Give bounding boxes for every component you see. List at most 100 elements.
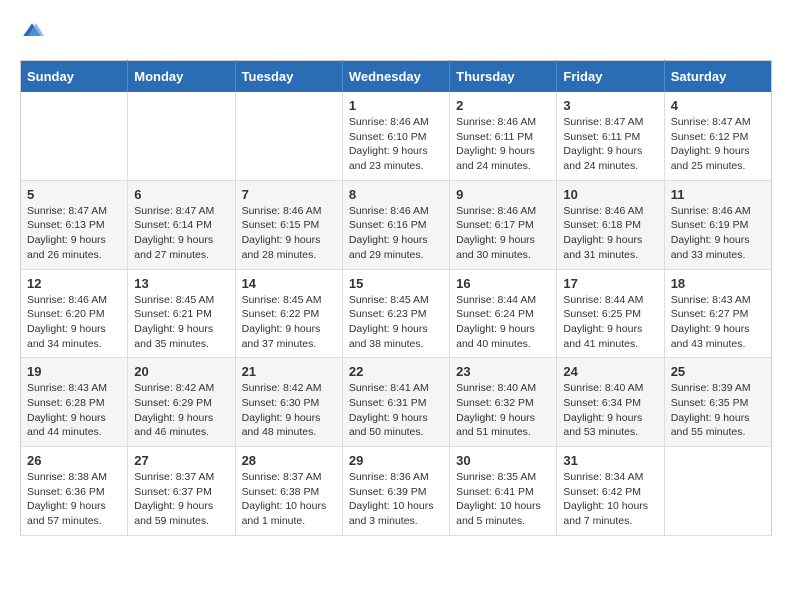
day-number: 14 [242, 276, 336, 291]
calendar-cell [21, 92, 128, 180]
day-number: 25 [671, 364, 765, 379]
calendar-cell: 24 Sunrise: 8:40 AM Sunset: 6:34 PM Dayli… [557, 358, 664, 447]
calendar-cell: 6 Sunrise: 8:47 AM Sunset: 6:14 PM Daylig… [128, 180, 235, 269]
calendar-cell: 27 Sunrise: 8:37 AM Sunset: 6:37 PM Dayli… [128, 447, 235, 536]
calendar-cell: 20 Sunrise: 8:42 AM Sunset: 6:29 PM Dayli… [128, 358, 235, 447]
calendar-cell: 25 Sunrise: 8:39 AM Sunset: 6:35 PM Dayli… [664, 358, 771, 447]
calendar-header: SundayMondayTuesdayWednesdayThursdayFrid… [21, 61, 772, 93]
calendar-cell: 19 Sunrise: 8:43 AM Sunset: 6:28 PM Dayli… [21, 358, 128, 447]
day-info: Sunrise: 8:42 AM Sunset: 6:30 PM Dayligh… [242, 381, 336, 440]
day-info: Sunrise: 8:35 AM Sunset: 6:41 PM Dayligh… [456, 470, 550, 529]
day-number: 19 [27, 364, 121, 379]
day-number: 29 [349, 453, 443, 468]
day-number: 24 [563, 364, 657, 379]
day-info: Sunrise: 8:46 AM Sunset: 6:17 PM Dayligh… [456, 204, 550, 263]
day-info: Sunrise: 8:47 AM Sunset: 6:14 PM Dayligh… [134, 204, 228, 263]
day-info: Sunrise: 8:43 AM Sunset: 6:27 PM Dayligh… [671, 293, 765, 352]
day-info: Sunrise: 8:46 AM Sunset: 6:18 PM Dayligh… [563, 204, 657, 263]
day-info: Sunrise: 8:40 AM Sunset: 6:32 PM Dayligh… [456, 381, 550, 440]
day-info: Sunrise: 8:40 AM Sunset: 6:34 PM Dayligh… [563, 381, 657, 440]
day-info: Sunrise: 8:43 AM Sunset: 6:28 PM Dayligh… [27, 381, 121, 440]
weekday-header: Sunday [21, 61, 128, 93]
logo-icon [20, 20, 44, 44]
day-info: Sunrise: 8:46 AM Sunset: 6:10 PM Dayligh… [349, 115, 443, 174]
day-info: Sunrise: 8:39 AM Sunset: 6:35 PM Dayligh… [671, 381, 765, 440]
day-number: 15 [349, 276, 443, 291]
calendar-cell: 26 Sunrise: 8:38 AM Sunset: 6:36 PM Dayli… [21, 447, 128, 536]
day-number: 18 [671, 276, 765, 291]
day-number: 5 [27, 187, 121, 202]
day-info: Sunrise: 8:45 AM Sunset: 6:22 PM Dayligh… [242, 293, 336, 352]
day-info: Sunrise: 8:41 AM Sunset: 6:31 PM Dayligh… [349, 381, 443, 440]
day-number: 4 [671, 98, 765, 113]
day-info: Sunrise: 8:46 AM Sunset: 6:20 PM Dayligh… [27, 293, 121, 352]
day-info: Sunrise: 8:45 AM Sunset: 6:21 PM Dayligh… [134, 293, 228, 352]
day-number: 17 [563, 276, 657, 291]
day-number: 20 [134, 364, 228, 379]
weekday-row: SundayMondayTuesdayWednesdayThursdayFrid… [21, 61, 772, 93]
weekday-header: Wednesday [342, 61, 449, 93]
calendar-cell: 28Sunrise: 8:37 AM Sunset: 6:38 PM Dayli… [235, 447, 342, 536]
day-number: 28 [242, 453, 336, 468]
calendar-body: 1 Sunrise: 8:46 AM Sunset: 6:10 PM Daylig… [21, 92, 772, 535]
calendar-cell: 5Sunrise: 8:47 AM Sunset: 6:13 PM Daylig… [21, 180, 128, 269]
day-info: Sunrise: 8:46 AM Sunset: 6:16 PM Dayligh… [349, 204, 443, 263]
calendar-cell: 30 Sunrise: 8:35 AM Sunset: 6:41 PM Dayli… [450, 447, 557, 536]
calendar-week-row: 12 Sunrise: 8:46 AM Sunset: 6:20 PM Dayli… [21, 269, 772, 358]
day-number: 11 [671, 187, 765, 202]
calendar-cell: 3 Sunrise: 8:47 AM Sunset: 6:11 PM Daylig… [557, 92, 664, 180]
day-info: Sunrise: 8:46 AM Sunset: 6:19 PM Dayligh… [671, 204, 765, 263]
day-number: 26 [27, 453, 121, 468]
day-number: 13 [134, 276, 228, 291]
calendar-cell [128, 92, 235, 180]
day-number: 2 [456, 98, 550, 113]
day-number: 16 [456, 276, 550, 291]
day-info: Sunrise: 8:45 AM Sunset: 6:23 PM Dayligh… [349, 293, 443, 352]
calendar-cell: 2Sunrise: 8:46 AM Sunset: 6:11 PM Daylig… [450, 92, 557, 180]
day-number: 7 [242, 187, 336, 202]
logo [20, 20, 48, 44]
day-info: Sunrise: 8:34 AM Sunset: 6:42 PM Dayligh… [563, 470, 657, 529]
calendar-table: SundayMondayTuesdayWednesdayThursdayFrid… [20, 60, 772, 536]
calendar-week-row: 5Sunrise: 8:47 AM Sunset: 6:13 PM Daylig… [21, 180, 772, 269]
calendar-cell: 23Sunrise: 8:40 AM Sunset: 6:32 PM Dayli… [450, 358, 557, 447]
calendar-cell: 17Sunrise: 8:44 AM Sunset: 6:25 PM Dayli… [557, 269, 664, 358]
day-number: 1 [349, 98, 443, 113]
calendar-cell: 7 Sunrise: 8:46 AM Sunset: 6:15 PM Daylig… [235, 180, 342, 269]
calendar-cell: 29Sunrise: 8:36 AM Sunset: 6:39 PM Dayli… [342, 447, 449, 536]
day-number: 21 [242, 364, 336, 379]
day-info: Sunrise: 8:37 AM Sunset: 6:37 PM Dayligh… [134, 470, 228, 529]
day-info: Sunrise: 8:42 AM Sunset: 6:29 PM Dayligh… [134, 381, 228, 440]
calendar-week-row: 1 Sunrise: 8:46 AM Sunset: 6:10 PM Daylig… [21, 92, 772, 180]
calendar-cell: 31 Sunrise: 8:34 AM Sunset: 6:42 PM Dayli… [557, 447, 664, 536]
weekday-header: Friday [557, 61, 664, 93]
day-number: 12 [27, 276, 121, 291]
calendar-cell: 8 Sunrise: 8:46 AM Sunset: 6:16 PM Daylig… [342, 180, 449, 269]
weekday-header: Tuesday [235, 61, 342, 93]
calendar-cell: 14 Sunrise: 8:45 AM Sunset: 6:22 PM Dayli… [235, 269, 342, 358]
day-number: 30 [456, 453, 550, 468]
calendar-cell: 13 Sunrise: 8:45 AM Sunset: 6:21 PM Dayli… [128, 269, 235, 358]
calendar-cell [235, 92, 342, 180]
day-info: Sunrise: 8:47 AM Sunset: 6:11 PM Dayligh… [563, 115, 657, 174]
weekday-header: Monday [128, 61, 235, 93]
calendar-cell [664, 447, 771, 536]
calendar-cell: 18 Sunrise: 8:43 AM Sunset: 6:27 PM Dayli… [664, 269, 771, 358]
day-number: 3 [563, 98, 657, 113]
calendar-cell: 1 Sunrise: 8:46 AM Sunset: 6:10 PM Daylig… [342, 92, 449, 180]
calendar-week-row: 19 Sunrise: 8:43 AM Sunset: 6:28 PM Dayli… [21, 358, 772, 447]
day-info: Sunrise: 8:46 AM Sunset: 6:15 PM Dayligh… [242, 204, 336, 263]
day-number: 27 [134, 453, 228, 468]
day-number: 6 [134, 187, 228, 202]
day-number: 8 [349, 187, 443, 202]
calendar-week-row: 26 Sunrise: 8:38 AM Sunset: 6:36 PM Dayli… [21, 447, 772, 536]
weekday-header: Thursday [450, 61, 557, 93]
weekday-header: Saturday [664, 61, 771, 93]
day-number: 9 [456, 187, 550, 202]
calendar-cell: 9 Sunrise: 8:46 AM Sunset: 6:17 PM Daylig… [450, 180, 557, 269]
calendar-cell: 4Sunrise: 8:47 AM Sunset: 6:12 PM Daylig… [664, 92, 771, 180]
calendar-cell: 16Sunrise: 8:44 AM Sunset: 6:24 PM Dayli… [450, 269, 557, 358]
day-info: Sunrise: 8:38 AM Sunset: 6:36 PM Dayligh… [27, 470, 121, 529]
day-number: 31 [563, 453, 657, 468]
header [20, 20, 772, 44]
